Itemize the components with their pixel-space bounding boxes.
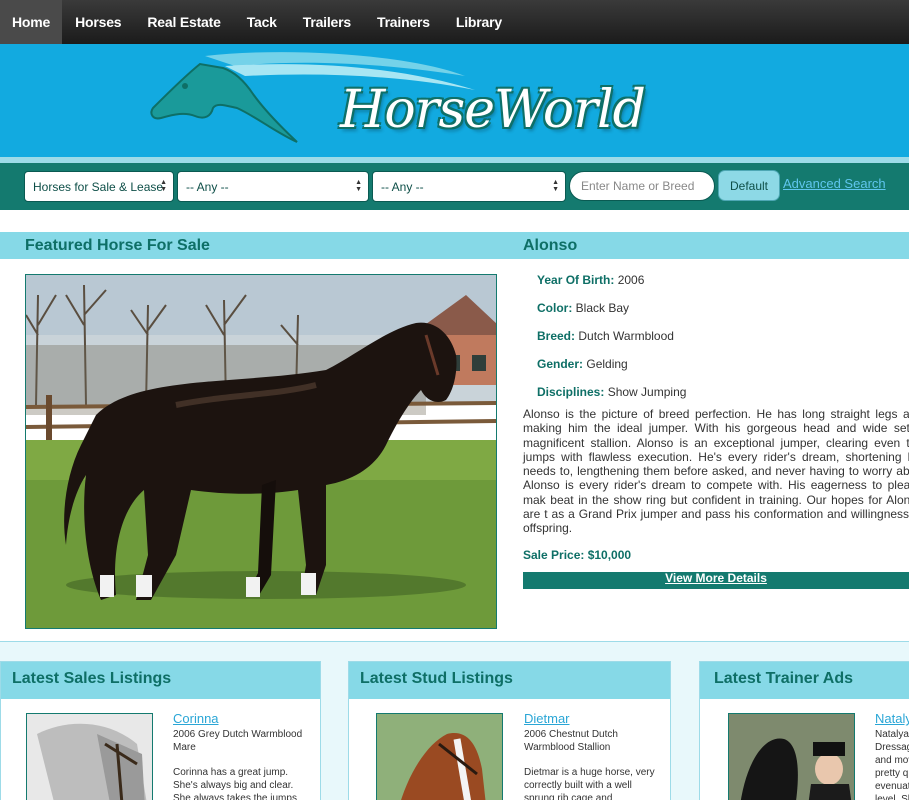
grey-horse-image: [27, 714, 152, 800]
select-arrows-icon: ▲ ▼: [355, 179, 362, 193]
featured-sale-price: Sale Price: $10,000: [523, 548, 632, 562]
nav-library[interactable]: Library: [443, 0, 515, 44]
nav-trainers[interactable]: Trainers: [364, 0, 443, 44]
detail-breed: Breed: Dutch Warmblood: [537, 328, 909, 356]
filter-select-1-value: -- Any --: [186, 179, 229, 194]
listing-description: Dietmar is a huge horse, very correctly …: [524, 767, 655, 800]
filter-select-2-value: -- Any --: [381, 179, 424, 194]
detail-label: Breed:: [537, 329, 576, 343]
listing-thumbnail[interactable]: [376, 713, 503, 800]
filter-select-2[interactable]: -- Any -- ▲ ▼: [372, 171, 566, 202]
detail-label: Gender:: [537, 357, 584, 371]
latest-trainer-card: Latest Trainer Ads Natalya Natalya Dress…: [699, 661, 909, 800]
search-bar: Horses for Sale & Lease ▲ ▼ -- Any -- ▲ ▼ …: [0, 163, 909, 210]
category-select[interactable]: Horses for Sale & Lease ▲ ▼: [24, 171, 174, 202]
detail-label: Color:: [537, 301, 573, 315]
listing-thumbnail[interactable]: [26, 713, 153, 800]
listing-summary: 2006 Grey Dutch Warmblood Mare: [173, 729, 303, 753]
listing-name-link[interactable]: Dietmar: [524, 711, 570, 726]
advanced-search-link[interactable]: Advanced Search: [783, 176, 886, 191]
category-select-value: Horses for Sale & Lease: [33, 179, 164, 194]
listing-summary: 2006 Chestnut Dutch Warmblood Stallion: [524, 729, 618, 753]
detail-year-of-birth: Year Of Birth: 2006: [537, 272, 909, 300]
listing-summary: Natalya Dressag and mov pretty qu evenua…: [875, 729, 909, 800]
listing-description: Corinna has a great jump. She's always b…: [173, 767, 297, 800]
header-banner: HorseWorld: [0, 44, 909, 157]
nav-real-estate[interactable]: Real Estate: [134, 0, 233, 44]
nav-trailers[interactable]: Trailers: [290, 0, 364, 44]
detail-value: Black Bay: [575, 301, 630, 315]
detail-gender: Gender: Gelding: [537, 356, 909, 384]
detail-color: Color: Black Bay: [537, 300, 909, 328]
site-logo-text[interactable]: HorseWorld: [340, 80, 646, 140]
featured-section-title: Featured Horse For Sale: [25, 237, 210, 254]
chestnut-horse-image: [377, 714, 502, 800]
featured-horse-photo[interactable]: [25, 274, 497, 629]
nav-home[interactable]: Home: [0, 0, 63, 44]
select-arrows-icon: ▲ ▼: [160, 179, 167, 193]
detail-label: Disciplines:: [537, 385, 605, 399]
trainer-with-horse-image: [729, 714, 854, 800]
detail-label: Year Of Birth:: [537, 273, 615, 287]
nav-tack[interactable]: Tack: [234, 0, 290, 44]
card-title: Latest Sales Listings: [1, 662, 320, 699]
detail-value: Gelding: [586, 357, 628, 371]
featured-horse-name: Alonso: [523, 237, 578, 254]
featured-description: Alonso is the picture of breed perfectio…: [523, 407, 909, 536]
default-button[interactable]: Default: [718, 170, 780, 201]
name-breed-search-input[interactable]: Enter Name or Breed: [569, 171, 715, 201]
listing-name-link[interactable]: Natalya: [875, 711, 909, 726]
listing-thumbnail[interactable]: [728, 713, 855, 800]
top-navigation: Home Horses Real Estate Tack Trailers Tr…: [0, 0, 909, 44]
card-title: Latest Trainer Ads: [700, 662, 909, 699]
card-title: Latest Stud Listings: [349, 662, 670, 699]
detail-value: 2006: [617, 273, 645, 287]
view-more-details-button[interactable]: View More Details: [523, 572, 909, 589]
featured-details: Year Of Birth: 2006 Color: Black Bay Bre…: [537, 272, 909, 412]
latest-sales-card: Latest Sales Listings Corinna 2006 Grey …: [0, 661, 321, 800]
featured-header: Featured Horse For Sale Alonso: [0, 232, 909, 259]
nav-horses[interactable]: Horses: [62, 0, 134, 44]
featured-horse-image: [26, 275, 496, 628]
detail-value: Dutch Warmblood: [578, 329, 674, 343]
detail-value: Show Jumping: [607, 385, 687, 399]
latest-stud-card: Latest Stud Listings Dietmar 2006 Chestn…: [348, 661, 671, 800]
select-arrows-icon: ▲ ▼: [552, 179, 559, 193]
listing-name-link[interactable]: Corinna: [173, 711, 219, 726]
filter-select-1[interactable]: -- Any -- ▲ ▼: [177, 171, 369, 202]
